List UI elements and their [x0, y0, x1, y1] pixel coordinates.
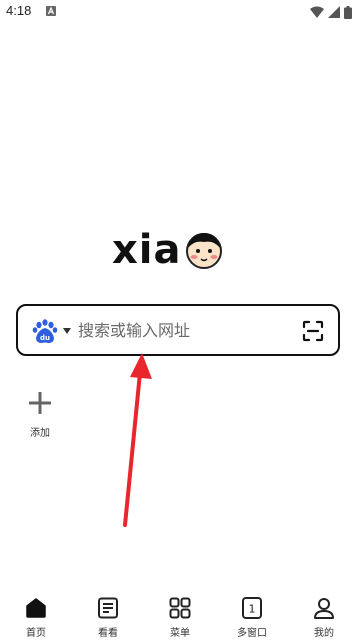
scan-icon[interactable] [302, 320, 324, 342]
signal-icon [328, 6, 340, 18]
nav-label-home: 首页 [26, 628, 46, 639]
profile-icon [314, 598, 334, 619]
nav-item-news[interactable]: 看看 [78, 596, 138, 639]
status-bar: 4:18 [0, 0, 360, 24]
baidu-icon[interactable]: du [32, 318, 58, 344]
nav-label-windows: 多窗口 [237, 628, 267, 639]
nav-item-windows[interactable]: 1 多窗口 [222, 596, 282, 639]
battery-icon [344, 5, 352, 19]
wifi-icon [310, 6, 324, 18]
windows-icon: 1 [242, 597, 262, 619]
svg-text:du: du [40, 334, 50, 342]
logo-text: xia [112, 227, 182, 273]
search-box[interactable]: du [16, 304, 340, 356]
menu-grid-icon [169, 597, 191, 619]
add-shortcut-button[interactable]: 添加 [22, 388, 58, 439]
search-input[interactable] [78, 315, 278, 345]
red-arrow-annotation [123, 353, 152, 527]
nav-label-menu: 菜单 [170, 628, 190, 639]
add-shortcut-label: 添加 [30, 428, 50, 439]
status-icons [310, 5, 352, 19]
nav-item-profile[interactable]: 我的 [294, 596, 354, 639]
nav-item-menu[interactable]: 菜单 [150, 596, 210, 639]
engine-dropdown-caret-icon[interactable] [63, 328, 71, 334]
nav-label-profile: 我的 [314, 628, 334, 639]
a-notification-icon [46, 6, 56, 16]
nav-label-news: 看看 [98, 628, 118, 639]
plus-icon [29, 392, 51, 414]
browser-logo: xia [112, 228, 224, 272]
bottom-nav: 首页 看看 菜单 1 多窗口 我的 [0, 596, 360, 640]
news-icon [98, 597, 118, 619]
cartoon-face-icon [185, 233, 222, 269]
browser-home-screen: 4:18 xia du 搜索或输入网址 添加 首页 看看 菜单 1 多窗口 我的 [0, 0, 360, 640]
nav-item-home[interactable]: 首页 [6, 596, 66, 639]
window-count: 1 [249, 603, 256, 616]
home-icon [26, 598, 46, 618]
status-time: 4:18 [6, 3, 32, 18]
